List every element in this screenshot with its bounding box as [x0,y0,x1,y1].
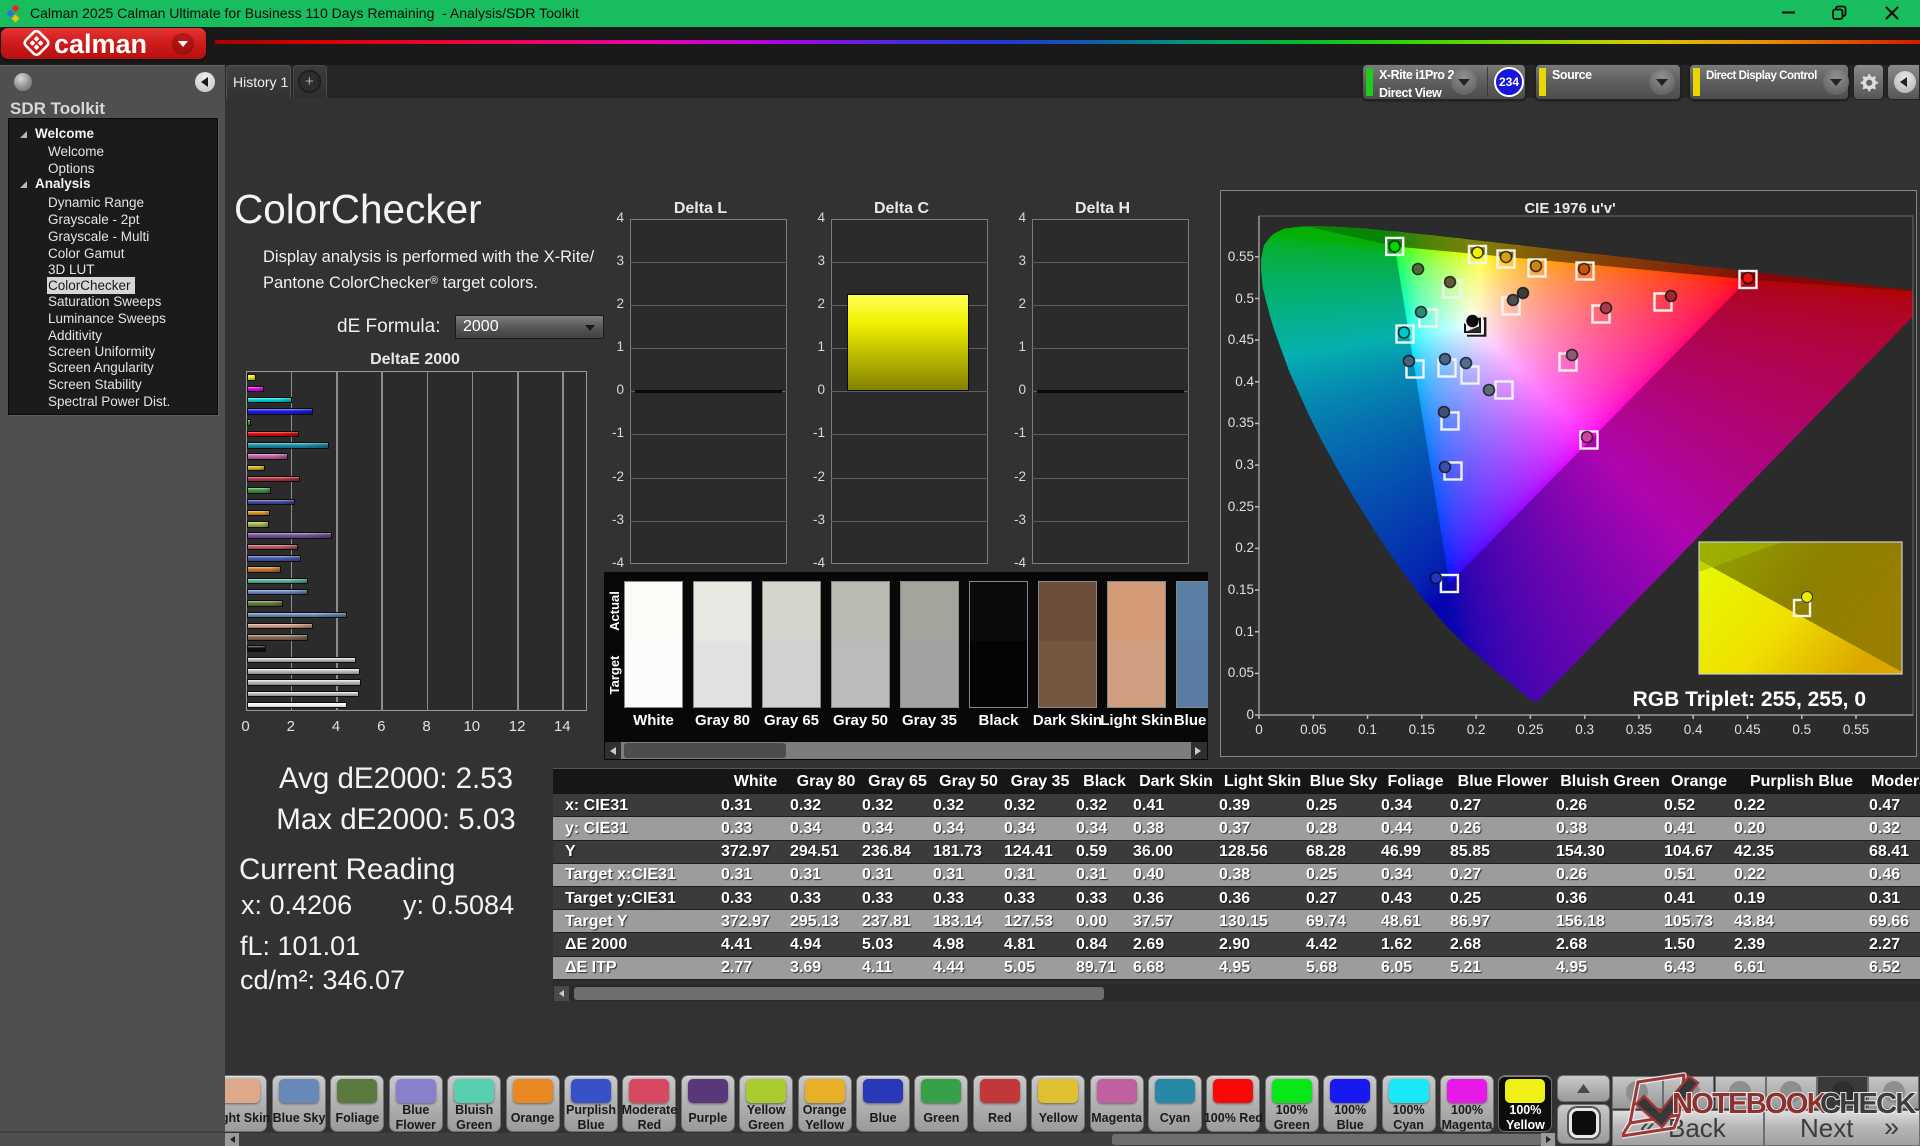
svg-text:CHECK: CHECK [1820,1088,1916,1120]
svg-text:NOTEBOOK: NOTEBOOK [1672,1088,1828,1120]
